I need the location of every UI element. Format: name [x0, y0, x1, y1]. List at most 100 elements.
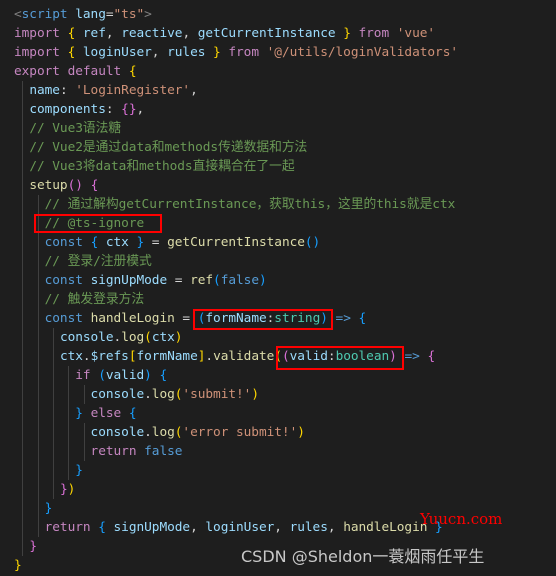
- indent-guide: [22, 499, 23, 518]
- indent-guide: [22, 214, 23, 233]
- code-line[interactable]: export default {: [0, 62, 556, 81]
- code-token: log: [151, 425, 175, 440]
- code-line[interactable]: return false: [0, 442, 556, 461]
- code-token: valid: [105, 368, 145, 383]
- code-token: signUpMode: [90, 273, 168, 288]
- code-line[interactable]: console.log('submit!'): [0, 385, 556, 404]
- code-line[interactable]: } else {: [0, 404, 556, 423]
- indent-guide: [68, 442, 69, 461]
- indent-guide: [22, 157, 23, 176]
- code-token: false: [220, 273, 259, 288]
- code-line[interactable]: setup() {: [0, 176, 556, 195]
- code-token: .: [205, 349, 214, 364]
- code-line[interactable]: // Vue3将data和methods直接耦合在了一起: [0, 157, 556, 176]
- code-line[interactable]: }): [0, 480, 556, 499]
- code-line[interactable]: import { loginUser, rules } from '@/util…: [0, 43, 556, 62]
- indent-guide: [53, 461, 54, 480]
- code-line[interactable]: components: {},: [0, 100, 556, 119]
- code-line[interactable]: <script lang="ts">: [0, 5, 556, 24]
- code-token: "ts": [113, 7, 145, 22]
- code-line[interactable]: console.log(ctx): [0, 328, 556, 347]
- indent-guide: [38, 423, 39, 442]
- code-token: const: [44, 273, 83, 288]
- indent-guide: [38, 309, 39, 328]
- code-token: ref: [190, 273, 214, 288]
- code-token: =: [105, 7, 114, 22]
- indent-guide: [22, 138, 23, 157]
- code-line[interactable]: // 通过解构getCurrentInstance，获取this，这里的this…: [0, 195, 556, 214]
- code-token: ,: [105, 26, 122, 41]
- code-line[interactable]: console.log('error submit!'): [0, 423, 556, 442]
- code-line[interactable]: // 触发登录方法: [0, 290, 556, 309]
- code-token: getCurrentInstance: [197, 26, 336, 41]
- code-token: handleLogin: [343, 520, 428, 535]
- indent-guide: [22, 100, 23, 119]
- indent-guide: [22, 461, 23, 480]
- code-token: ): [174, 330, 183, 345]
- code-token: [: [128, 349, 137, 364]
- code-line[interactable]: const { ctx } = getCurrentInstance(): [0, 233, 556, 252]
- indent-guide: [68, 385, 69, 404]
- indent-guide: [22, 271, 23, 290]
- indent-guide: [22, 404, 23, 423]
- code-token: import: [14, 26, 60, 41]
- code-token: return: [90, 444, 137, 459]
- code-token: }: [14, 558, 22, 573]
- code-token: return: [44, 520, 91, 535]
- code-editor[interactable]: <script lang="ts"> import { ref, reactive…: [0, 5, 556, 575]
- code-token: }: [213, 45, 221, 60]
- indent-guide: [68, 423, 69, 442]
- code-token: signUpMode: [113, 520, 191, 535]
- code-token: // Vue3将data和methods直接耦合在了一起: [29, 159, 295, 174]
- indent-guide: [22, 81, 23, 100]
- indent-guide: [53, 347, 54, 366]
- code-token: default: [67, 64, 122, 79]
- code-token: }: [75, 406, 83, 421]
- code-token: loginUser: [82, 45, 152, 60]
- code-token: const: [44, 311, 83, 326]
- code-token: 'vue': [396, 26, 436, 41]
- code-line[interactable]: }: [0, 461, 556, 480]
- indent-guide: [53, 385, 54, 404]
- code-line[interactable]: // 登录/注册模式: [0, 252, 556, 271]
- indent-guide: [38, 252, 39, 271]
- code-token: // Vue2是通过data和methods传递数据和方法: [29, 140, 308, 155]
- code-token: :: [59, 83, 76, 98]
- indent-guide: [38, 195, 39, 214]
- indent-guide: [22, 480, 23, 499]
- code-token: =>: [335, 311, 351, 326]
- code-line[interactable]: import { ref, reactive, getCurrentInstan…: [0, 24, 556, 43]
- code-token: from: [228, 45, 259, 60]
- code-line[interactable]: // Vue3语法糖: [0, 119, 556, 138]
- indent-guide: [22, 119, 23, 138]
- code-line[interactable]: // Vue2是通过data和methods传递数据和方法: [0, 138, 556, 157]
- code-line[interactable]: const signUpMode = ref(false): [0, 271, 556, 290]
- code-token: '@/utils/loginValidators': [266, 45, 459, 60]
- code-token: rules: [289, 520, 328, 535]
- code-token: ): [297, 425, 305, 440]
- code-token: validate: [213, 349, 275, 364]
- code-token: ,: [182, 26, 198, 41]
- code-token: =: [167, 273, 191, 288]
- code-token: ctx: [105, 235, 129, 250]
- code-token: >: [144, 7, 152, 22]
- code-token: 'submit!': [182, 387, 252, 402]
- code-token: (: [98, 368, 106, 383]
- indent-guide: [84, 442, 85, 461]
- indent-guide: [84, 385, 85, 404]
- code-token: {: [358, 311, 367, 326]
- code-line[interactable]: name: 'LoginRegister',: [0, 81, 556, 100]
- code-token: (): [304, 235, 321, 250]
- indent-guide: [22, 176, 23, 195]
- code-token: (: [213, 273, 221, 288]
- indent-guide: [38, 461, 39, 480]
- code-token: ctx: [59, 349, 83, 364]
- code-token: log: [121, 330, 145, 345]
